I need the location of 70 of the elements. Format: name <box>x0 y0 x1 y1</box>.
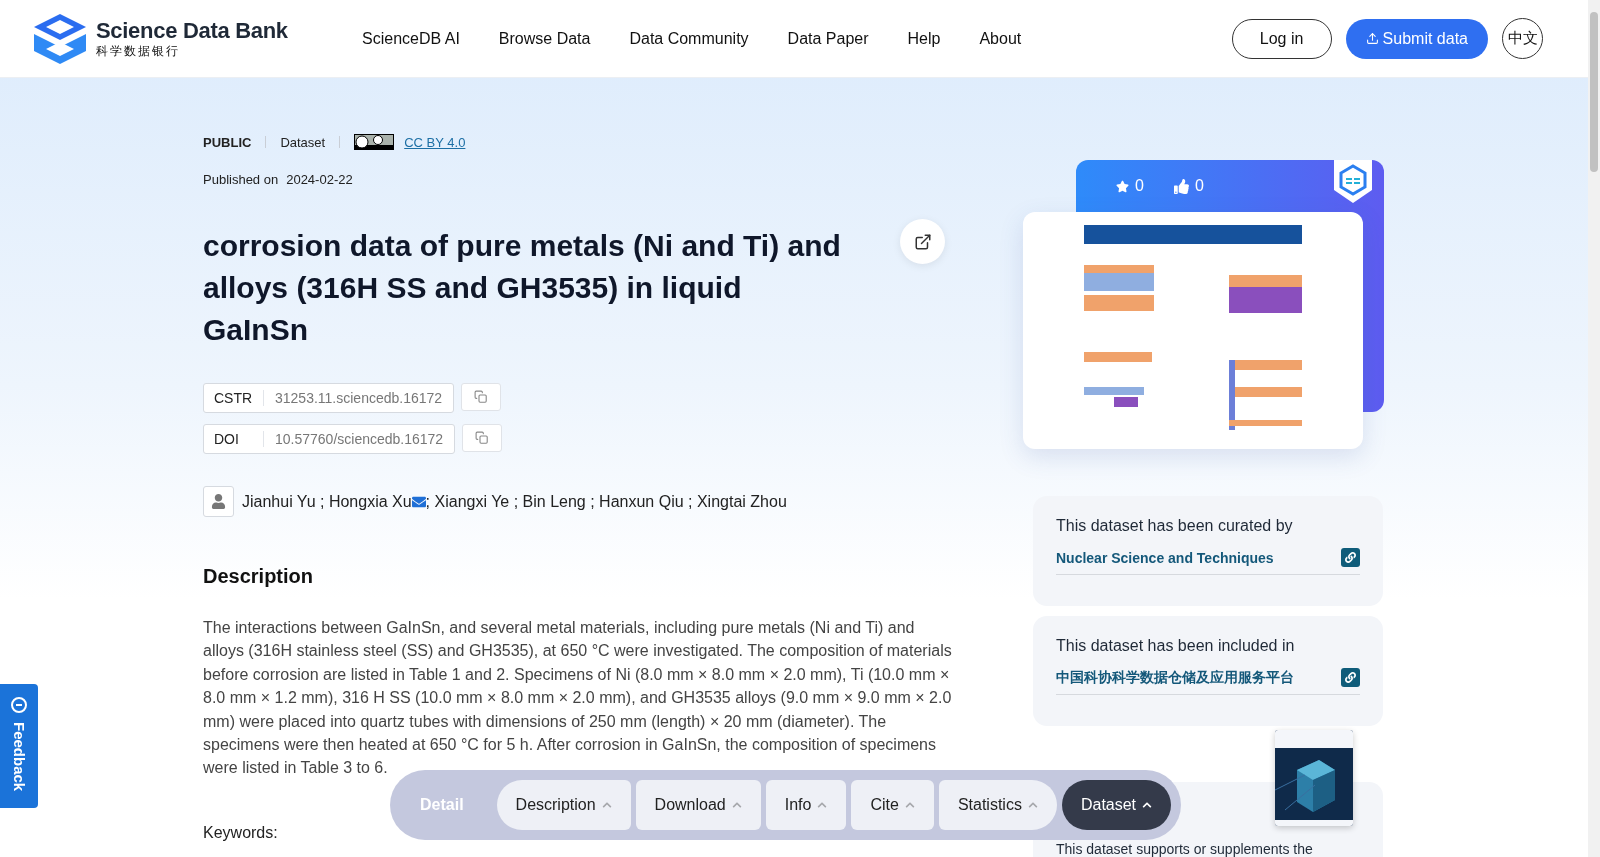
nav-link[interactable]: Data Paper <box>787 29 869 48</box>
separator: ; <box>687 492 694 511</box>
section-tab[interactable]: Download <box>635 780 761 830</box>
caret-icon <box>731 800 742 810</box>
identifier-field: DOI 10.57760/sciencedb.16172 <box>203 424 456 454</box>
caret-icon <box>817 800 828 810</box>
description-text: The interactions between GaInSn, and several metal materials, including pure metals (Ni and Ti) and alloys (316H stainless steel (SS) and GH3535), at 650 °C were investigated. The composition of materials before corrosion are listed in Table 1 and 2. Specimens of Ni (8.0 mm × 8.0 mm × 2.0 mm), Ti (10.0 mm × 8.0 mm × 1.2 mm), 316 H SS (10.0 mm × 8.0 mm × 2.0 mm), and GH3535 alloys (9.0 mm × 9.0 mm × 2.0 mm) were placed into quartz tubes with dimensions of 250 mm (length) × 20 mm (diameter). The specimens were then heated at 650 °C for 5 h. After corrosion in GaInSn, the composition of specimens were listed in Table 3 to 6. <box>203 618 953 779</box>
star-icon <box>1116 179 1129 193</box>
author-name[interactable]: Xiangxi Ye <box>434 492 510 511</box>
scrollbar[interactable] <box>1588 0 1600 857</box>
copy-icon <box>475 431 489 445</box>
link-icon[interactable] <box>1341 668 1360 687</box>
dataset-title: corrosion data of pure metals (Ni and Ti) and alloys (316H SS and GH3535) in liquid GaInSn <box>203 228 842 348</box>
caret-icon <box>1027 800 1038 810</box>
keywords-label: Keywords: <box>203 823 279 842</box>
info-link[interactable]: Nuclear Science and Techniques <box>1056 549 1274 566</box>
logo-subtitle: 科学数据银行 <box>96 42 181 59</box>
published-date: 2024-02-22 <box>286 172 353 187</box>
upload-icon <box>1365 32 1379 45</box>
license-link[interactable]: CC BY 4.0 <box>404 134 466 150</box>
separator: ; <box>512 492 520 511</box>
caret-icon <box>904 800 915 810</box>
author-name[interactable]: Bin Leng <box>522 492 586 511</box>
link-icon[interactable] <box>1341 548 1360 567</box>
info-heading: This dataset has been curated by <box>1056 517 1294 535</box>
separator: ; <box>425 492 432 511</box>
submit-data-button[interactable]: Submit data <box>1345 18 1488 59</box>
info-heading: This dataset has been included in <box>1056 637 1296 655</box>
section-tab[interactable]: Dataset <box>1061 780 1172 830</box>
nav-link[interactable]: Help <box>907 29 941 48</box>
email-icon[interactable] <box>411 494 426 509</box>
author-name[interactable]: Hanxun Qiu <box>599 492 684 511</box>
share-button[interactable] <box>900 219 945 264</box>
separator: ; <box>319 492 326 511</box>
nav-link[interactable]: Data Community <box>629 29 749 48</box>
section-heading: Description <box>203 565 315 588</box>
access-label: PUBLIC <box>203 134 252 150</box>
caret-icon <box>601 800 612 810</box>
feedback-icon <box>10 696 28 714</box>
nav-link[interactable]: About <box>979 29 1022 48</box>
language-button[interactable]: 中文 <box>1502 18 1543 59</box>
section-tab[interactable]: Statistics <box>938 780 1057 830</box>
feedback-button[interactable]: Feedback <box>0 684 38 808</box>
nav-link[interactable]: Browse Data <box>498 29 591 48</box>
author-name[interactable]: Xingtai Zhou <box>696 492 787 511</box>
nav-link[interactable]: ScienceDB AI <box>362 29 460 48</box>
support-text: This dataset supports or supplements the <box>1056 841 1314 857</box>
thumbs-up-icon <box>1173 178 1189 194</box>
favorites-count[interactable]: 0 <box>1116 177 1144 195</box>
license-icon <box>354 134 395 150</box>
separator: ; <box>589 492 596 511</box>
caret-icon <box>1142 800 1153 810</box>
external-link-icon <box>913 232 932 251</box>
section-tab[interactable]: Description <box>496 780 631 830</box>
section-tab[interactable]: Info <box>765 780 847 830</box>
info-link[interactable]: 中国科协科学数据仓储及应用服务平台 <box>1056 668 1294 687</box>
author-name[interactable]: Jianhui Yu <box>242 492 316 511</box>
section-tab[interactable]: Cite <box>851 780 934 830</box>
author-name[interactable]: Hongxia Xu <box>328 492 412 511</box>
type-label: Dataset <box>280 134 326 150</box>
likes-count[interactable]: 0 <box>1173 177 1204 195</box>
logo-title: Science Data Bank <box>96 18 288 43</box>
published-label: Published on <box>203 172 279 187</box>
detail-label: Detail <box>420 796 464 814</box>
person-icon <box>203 486 234 517</box>
copy-icon <box>474 390 488 404</box>
login-button[interactable]: Log in <box>1231 18 1332 59</box>
badge-icon <box>1334 160 1372 203</box>
identifier-field: CSTR 31253.11.sciencedb.16172 <box>203 383 455 413</box>
logo-icon <box>32 11 88 66</box>
